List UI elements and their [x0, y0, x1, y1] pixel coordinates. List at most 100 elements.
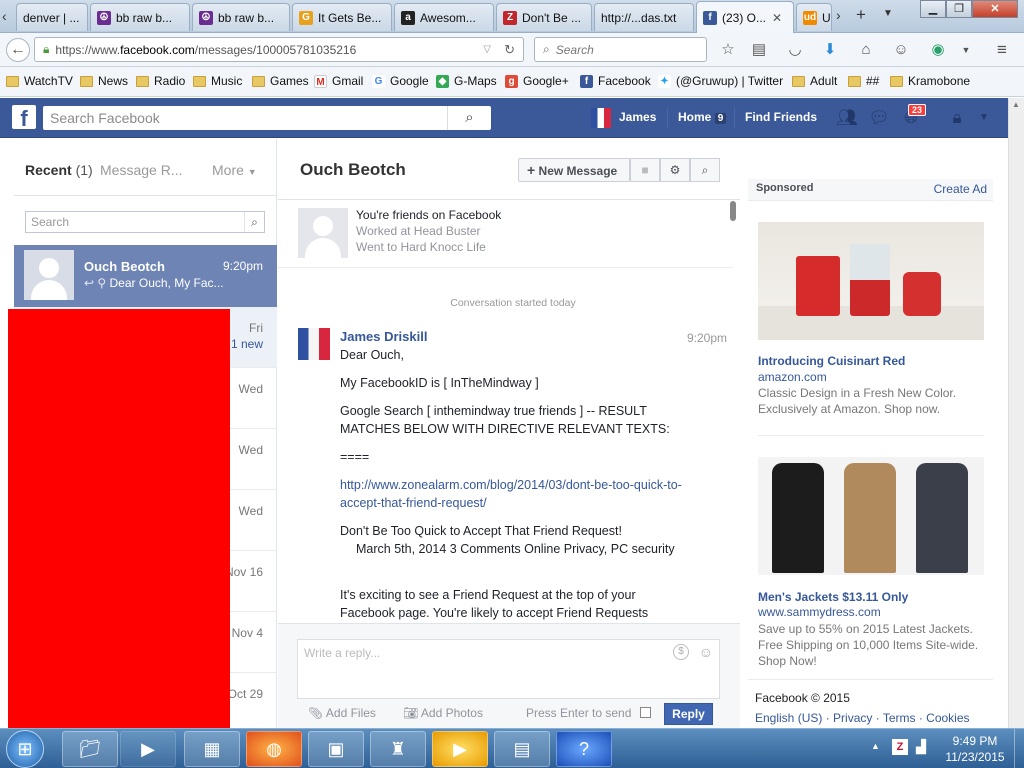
- ad-source[interactable]: www.sammydress.com: [758, 605, 881, 619]
- bookmark-twitter[interactable]: ✦ (@Gruwup) | Twitter: [658, 74, 783, 88]
- search-icon[interactable]: ⌕: [447, 106, 491, 130]
- find-friends-link[interactable]: Find Friends: [745, 110, 817, 124]
- taskbar-file-explorer-icon[interactable]: 📁︎: [62, 731, 118, 767]
- facebook-search-input[interactable]: Search Facebook ⌕: [43, 106, 491, 130]
- tab-scroll-left-button[interactable]: ‹: [2, 8, 16, 26]
- profile-name-link[interactable]: James: [619, 110, 656, 124]
- back-arrow-icon[interactable]: ←: [6, 38, 30, 62]
- bookmark-gmaps[interactable]: ◆ G-Maps: [436, 74, 497, 88]
- tab-denver[interactable]: denver | ...: [16, 3, 88, 31]
- minimize-button[interactable]: ▁: [920, 0, 946, 18]
- profile-flag-avatar[interactable]: [591, 108, 611, 128]
- bookmark-adult[interactable]: Adult: [792, 74, 837, 88]
- taskbar-app-icon[interactable]: ▦: [184, 731, 240, 767]
- browser-search-input[interactable]: ⌕ Search: [534, 37, 707, 62]
- bookmark-hash[interactable]: ##: [848, 74, 879, 88]
- close-window-button[interactable]: ✕: [972, 0, 1018, 18]
- tab-list-chevron-down-icon[interactable]: ▼: [883, 8, 893, 19]
- gear-icon[interactable]: ⚙: [660, 158, 690, 182]
- start-button-windows-icon[interactable]: ⊞: [6, 730, 44, 768]
- bookmark-gmail[interactable]: M Gmail: [314, 74, 363, 88]
- tray-clock[interactable]: 9:49 PM 11/23/2015: [940, 733, 1010, 765]
- taskbar-app-icon[interactable]: ♜: [370, 731, 426, 767]
- close-tab-icon[interactable]: ✕: [772, 11, 782, 25]
- facebook-logo-icon[interactable]: f: [12, 105, 36, 131]
- taskbar-pictures-icon[interactable]: ▤: [494, 731, 550, 767]
- taskbar-play-icon[interactable]: ▶: [432, 731, 488, 767]
- messages-icon[interactable]: 💬︎: [867, 107, 891, 129]
- reply-textarea[interactable]: Write a reply... $ ☺: [297, 639, 720, 699]
- tray-network-signal-icon[interactable]: ▟: [916, 739, 926, 755]
- friend-requests-icon[interactable]: 👥︎: [835, 107, 859, 129]
- conversation-scrollbar[interactable]: [730, 201, 736, 221]
- new-tab-plus-icon[interactable]: +: [856, 5, 872, 25]
- ad-source[interactable]: amazon.com: [758, 370, 827, 384]
- taskbar-firefox-icon[interactable]: ◍: [246, 731, 302, 767]
- bookmark-news[interactable]: News: [80, 74, 128, 88]
- reading-list-icon[interactable]: ▤: [749, 40, 769, 60]
- pocket-icon[interactable]: ◡: [785, 40, 805, 60]
- reload-icon[interactable]: ↻: [504, 42, 515, 58]
- tab-bb-raw-2[interactable]: ☮ bb raw b...: [192, 3, 290, 31]
- tab-dont-be[interactable]: Z Don't Be ...: [496, 3, 592, 31]
- tray-show-hidden-icon[interactable]: ▲: [871, 741, 880, 751]
- scroll-up-arrow-icon[interactable]: ▲: [1012, 100, 1020, 109]
- ad-title[interactable]: Introducing Cuisinart Red: [758, 354, 905, 368]
- bookmark-games[interactable]: Games: [252, 74, 309, 88]
- add-photos-button[interactable]: 📷︎ Add Photos: [403, 706, 483, 720]
- ad-title[interactable]: Men's Jackets $13.11 Only: [758, 590, 908, 604]
- tab-message-requests[interactable]: Message R...: [100, 162, 182, 178]
- message-link[interactable]: http://www.zonealarm.com/blog/2014/03/do…: [340, 476, 685, 512]
- bookmark-radio[interactable]: Radio: [136, 74, 185, 88]
- bookmark-star-icon[interactable]: ☆: [718, 40, 738, 60]
- bookmark-music[interactable]: Music: [193, 74, 242, 88]
- taskbar-monitor-icon[interactable]: ▣: [308, 731, 364, 767]
- maximize-button[interactable]: ❐: [946, 0, 972, 18]
- extension-icon[interactable]: ◉: [928, 40, 948, 60]
- home-icon[interactable]: ⌂: [856, 40, 876, 60]
- search-icon[interactable]: ⌕: [244, 212, 264, 232]
- tab-ud[interactable]: ud U: [796, 3, 832, 31]
- search-conversation-icon[interactable]: ⌕: [690, 158, 720, 182]
- reply-button[interactable]: Reply: [664, 703, 713, 725]
- url-bar[interactable]: 🔒︎ https://www. facebook.com/messages/100…: [34, 37, 524, 62]
- url-dropdown-icon[interactable]: ▽: [483, 44, 491, 55]
- bookmark-googleplus[interactable]: g Google+: [505, 74, 569, 88]
- thread-item-active[interactable]: Ouch Beotch 9:20pm ↩ ⚲ Dear Ouch, My Fac…: [14, 245, 277, 307]
- extension-dropdown-icon[interactable]: ▼: [956, 40, 976, 60]
- video-call-button[interactable]: ■: [630, 158, 660, 182]
- taskbar-media-player-icon[interactable]: ▶: [120, 731, 176, 767]
- page-scrollbar[interactable]: ▲: [1008, 98, 1024, 728]
- tab-scroll-right-button[interactable]: ›: [836, 7, 850, 23]
- taskbar-help-icon[interactable]: ?: [556, 731, 612, 767]
- thread-search-input[interactable]: Search ⌕: [25, 211, 265, 233]
- footer-link-terms[interactable]: Terms: [883, 711, 916, 725]
- account-settings-chevron-down-icon[interactable]: ▼: [972, 107, 996, 129]
- tab-bb-raw-1[interactable]: ☮ bb raw b...: [90, 3, 190, 31]
- tab-das-txt[interactable]: http://...das.txt: [594, 3, 694, 31]
- emoji-smiley-icon[interactable]: ☺: [699, 644, 713, 660]
- bookmark-kramobone[interactable]: Kramobone: [890, 74, 970, 88]
- tab-awesome[interactable]: a Awesom...: [394, 3, 494, 31]
- footer-link-language[interactable]: English (US): [755, 711, 822, 725]
- tab-recent[interactable]: Recent (1): [25, 162, 93, 178]
- footer-link-cookies[interactable]: Cookies: [926, 711, 969, 725]
- chat-icon[interactable]: ☺: [891, 40, 911, 60]
- hamburger-menu-icon[interactable]: ≡: [992, 40, 1012, 60]
- sender-name[interactable]: James Driskill: [340, 329, 427, 344]
- add-files-button[interactable]: 📎︎ Add Files: [308, 706, 376, 720]
- payment-dollar-icon[interactable]: $: [673, 644, 689, 660]
- tab-facebook-messages[interactable]: f (23) O... ✕: [696, 1, 794, 33]
- bookmark-watchtv[interactable]: WatchTV: [6, 74, 73, 88]
- ad-image-mens-coats[interactable]: [758, 457, 984, 575]
- bookmark-google[interactable]: G Google: [372, 74, 429, 88]
- bookmark-facebook[interactable]: f Facebook: [580, 74, 651, 88]
- ad-image-kitchen-appliances[interactable]: [758, 222, 984, 340]
- enter-to-send-checkbox[interactable]: [640, 707, 651, 718]
- create-ad-link[interactable]: Create Ad: [934, 182, 987, 196]
- new-message-button[interactable]: + New Message: [518, 158, 630, 182]
- privacy-shortcuts-icon[interactable]: 🔒︎: [945, 107, 969, 129]
- home-link[interactable]: Home 9: [678, 110, 727, 124]
- tab-it-gets-better[interactable]: G It Gets Be...: [292, 3, 392, 31]
- tray-app-icon[interactable]: Z: [892, 739, 908, 755]
